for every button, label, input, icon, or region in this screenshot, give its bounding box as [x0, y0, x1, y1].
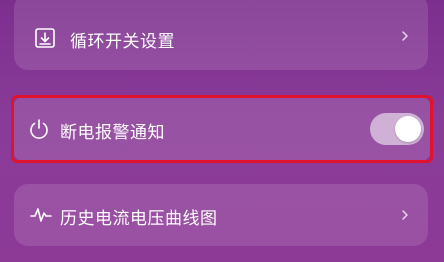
- chevron-right-icon: [402, 31, 408, 41]
- settings-item-label: 断电报警通知: [60, 123, 165, 143]
- chevron-right-icon: [402, 210, 408, 220]
- download-box-icon: [35, 28, 55, 48]
- power-icon: [30, 119, 48, 139]
- settings-item-label: 历史电流电压曲线图: [60, 209, 218, 229]
- settings-item-history-chart[interactable]: 历史电流电压曲线图: [14, 184, 428, 246]
- settings-item-label: 循环开关设置: [70, 32, 175, 52]
- power-off-alarm-toggle[interactable]: [370, 113, 424, 145]
- settings-item-power-off-alarm: 断电报警通知: [12, 96, 432, 162]
- waveform-icon: [30, 208, 52, 222]
- toggle-knob: [395, 116, 421, 142]
- settings-item-loop-switch[interactable]: 循环开关设置: [14, 0, 428, 70]
